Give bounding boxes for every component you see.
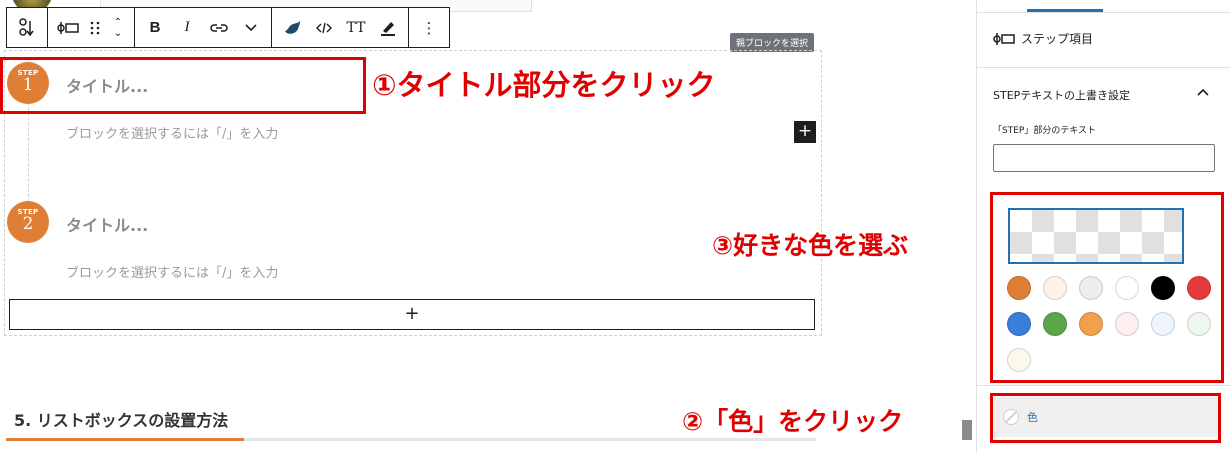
font-size-icon[interactable]: TT	[340, 8, 372, 47]
more-formats-chevron-icon[interactable]	[235, 8, 267, 47]
annotation-step-2: ②「色」をクリック	[682, 407, 904, 436]
block-mover: ⌃ ⌄	[106, 8, 130, 47]
annotation-box-color-button	[990, 393, 1221, 443]
divider	[977, 385, 1230, 386]
bold-button[interactable]: B	[139, 8, 171, 47]
ink-drop-icon[interactable]	[276, 8, 308, 47]
step-block-icon[interactable]	[52, 8, 84, 47]
annotation-step-3: ③好きな色を選ぶ	[712, 231, 909, 260]
step-1-content-placeholder[interactable]: ブロックを選択するには「/」を入力	[66, 123, 278, 142]
link-icon[interactable]	[203, 8, 235, 47]
chevron-up-icon[interactable]	[1197, 86, 1209, 99]
step-2-title[interactable]: タイトル...	[66, 212, 148, 236]
annotation-step-1: ①タイトル部分をクリック	[372, 68, 716, 102]
step-2-content-placeholder[interactable]: ブロックを選択するには「/」を入力	[66, 262, 278, 281]
divider	[977, 67, 1230, 68]
step-number: 2	[22, 214, 34, 234]
block-toolbar: ⌃ ⌄ B I TT ⋮	[6, 7, 450, 48]
highlighter-icon[interactable]	[372, 8, 404, 47]
block-card: ステップ項目	[993, 30, 1093, 47]
step-transform-icon[interactable]	[11, 8, 43, 47]
block-name: ステップ項目	[1021, 32, 1094, 46]
editor-scrollbar[interactable]	[962, 420, 972, 440]
heading-underline-accent	[6, 438, 244, 441]
step-2-badge: STEP 2	[7, 201, 49, 243]
step-text-input[interactable]	[993, 144, 1215, 172]
move-down-icon[interactable]: ⌄	[114, 28, 122, 39]
more-options-button[interactable]: ⋮	[413, 8, 445, 47]
add-inner-block-button[interactable]: +	[794, 121, 816, 143]
add-block-button[interactable]: +	[9, 299, 815, 330]
step-block-icon	[993, 32, 1015, 45]
panel-title[interactable]: STEPテキストの上書き設定	[993, 87, 1130, 103]
code-icon[interactable]	[308, 8, 340, 47]
italic-button[interactable]: I	[171, 8, 203, 47]
drag-handle-icon[interactable]	[84, 8, 106, 47]
annotation-box-palette	[990, 192, 1224, 383]
move-up-icon[interactable]: ⌃	[114, 17, 122, 28]
section-heading[interactable]: 5. リストボックスの設置方法	[14, 407, 228, 431]
annotation-box-title	[0, 57, 366, 114]
step-text-field-label: 「STEP」部分のテキスト	[993, 126, 1097, 136]
divider	[977, 12, 1230, 13]
